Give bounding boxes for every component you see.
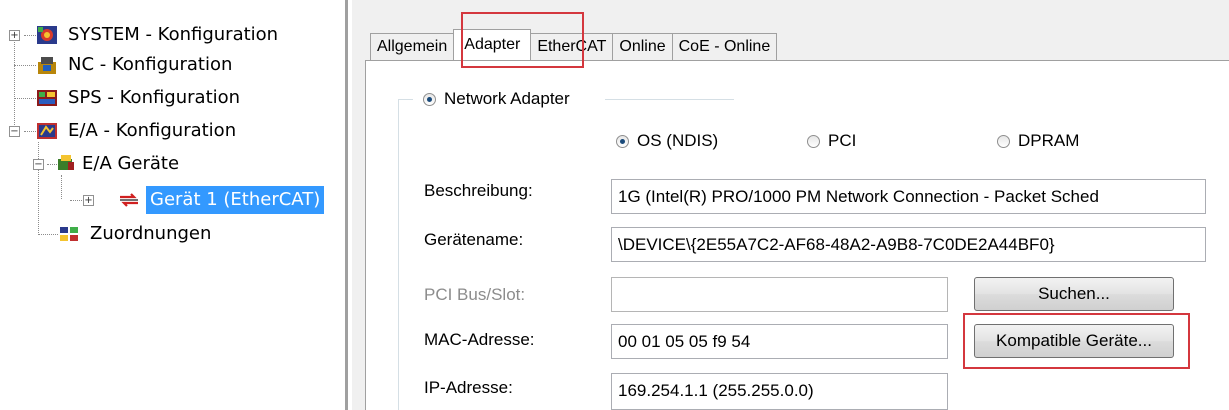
tree-item-ea[interactable]: E/A - Konfiguration bbox=[36, 116, 240, 146]
tree-item-zuordnungen[interactable]: Zuordnungen bbox=[58, 219, 215, 249]
os-ndis-label: OS (NDIS) bbox=[637, 131, 719, 150]
tree-item-system[interactable]: SYSTEM - Konfiguration bbox=[36, 20, 282, 50]
beschreibung-label: Beschreibung: bbox=[424, 181, 533, 200]
group-frame bbox=[398, 99, 399, 410]
sps-icon bbox=[36, 87, 58, 109]
splitter-bar[interactable] bbox=[345, 0, 348, 410]
dpram-radio[interactable]: DPRAM bbox=[997, 131, 1079, 151]
group-frame bbox=[605, 99, 734, 100]
pci-bus-slot-field[interactable] bbox=[611, 277, 948, 312]
pci-label: PCI bbox=[828, 131, 857, 150]
geraetename-label: Gerätename: bbox=[424, 230, 524, 249]
tree-item-sps[interactable]: SPS - Konfiguration bbox=[36, 83, 244, 113]
tree-item-label: SYSTEM - Konfiguration bbox=[68, 24, 279, 45]
dpram-label: DPRAM bbox=[1018, 131, 1080, 150]
mac-address-field[interactable]: 00 01 05 05 f9 54 bbox=[611, 324, 948, 359]
tree-item-label: E/A Geräte bbox=[82, 153, 180, 174]
tree-connector bbox=[38, 142, 39, 235]
tree-connector bbox=[24, 131, 36, 132]
expand-toggle[interactable]: + bbox=[9, 30, 20, 41]
tab-coe-online[interactable]: CoE - Online bbox=[671, 33, 778, 60]
tree-connector bbox=[24, 35, 36, 36]
pci-radio[interactable]: PCI bbox=[807, 131, 856, 151]
geraetename-field[interactable]: \DEVICE\{2E55A7C2-AF68-48A2-A9B8-7C0DE2A… bbox=[611, 227, 1206, 262]
radio-dot bbox=[616, 134, 629, 148]
network-adapter-radio[interactable]: Network Adapter bbox=[423, 89, 570, 109]
ip-address-label: IP-Adresse: bbox=[424, 378, 513, 397]
tree-item-ea-geraete[interactable]: E/A Geräte bbox=[56, 149, 183, 179]
radio-dot bbox=[423, 92, 436, 106]
tree-item-label: Gerät 1 (EtherCAT) bbox=[146, 186, 325, 214]
system-icon bbox=[36, 24, 58, 46]
config-tree: + SYSTEM - Konfiguration NC - Konfigurat… bbox=[0, 0, 342, 410]
tree-item-geraet-1[interactable]: Gerät 1 (EtherCAT) bbox=[118, 185, 325, 215]
tree-item-label: Zuordnungen bbox=[90, 223, 212, 244]
nc-icon bbox=[36, 54, 58, 76]
tree-connector bbox=[14, 98, 36, 99]
expand-toggle[interactable]: + bbox=[83, 195, 94, 206]
devices-icon bbox=[56, 153, 76, 175]
mappings-icon bbox=[58, 223, 80, 245]
pane-splitter[interactable] bbox=[342, 0, 352, 410]
group-frame bbox=[398, 99, 413, 100]
os-ndis-radio[interactable]: OS (NDIS) bbox=[616, 131, 718, 151]
collapse-toggle[interactable]: − bbox=[33, 159, 44, 170]
tab-highlight-frame bbox=[461, 12, 584, 68]
radio-dot bbox=[997, 134, 1010, 148]
network-adapter-label: Network Adapter bbox=[444, 89, 570, 108]
tree-item-label: NC - Konfiguration bbox=[68, 54, 233, 75]
tree-item-label: SPS - Konfiguration bbox=[68, 87, 241, 108]
tree-connector bbox=[14, 65, 36, 66]
beschreibung-field[interactable]: 1G (Intel(R) PRO/1000 PM Network Connect… bbox=[611, 179, 1206, 214]
tab-allgemein[interactable]: Allgemein bbox=[370, 33, 455, 60]
tree-connector bbox=[70, 200, 82, 201]
tree-connector bbox=[14, 40, 15, 135]
ethercat-device-icon bbox=[118, 189, 140, 211]
collapse-toggle[interactable]: − bbox=[9, 126, 20, 137]
ea-config-icon bbox=[36, 120, 58, 142]
tree-connector bbox=[38, 234, 58, 235]
tab-online[interactable]: Online bbox=[612, 33, 673, 60]
suchen-button[interactable]: Suchen... bbox=[974, 277, 1174, 311]
pci-bus-slot-label: PCI Bus/Slot: bbox=[424, 285, 526, 304]
button-highlight-frame bbox=[963, 313, 1190, 369]
mac-address-label: MAC-Adresse: bbox=[424, 330, 535, 349]
tree-item-label: E/A - Konfiguration bbox=[68, 120, 237, 141]
tree-item-nc[interactable]: NC - Konfiguration bbox=[36, 50, 236, 80]
ip-address-field[interactable]: 169.254.1.1 (255.255.0.0) bbox=[611, 373, 948, 410]
radio-dot bbox=[807, 134, 820, 148]
